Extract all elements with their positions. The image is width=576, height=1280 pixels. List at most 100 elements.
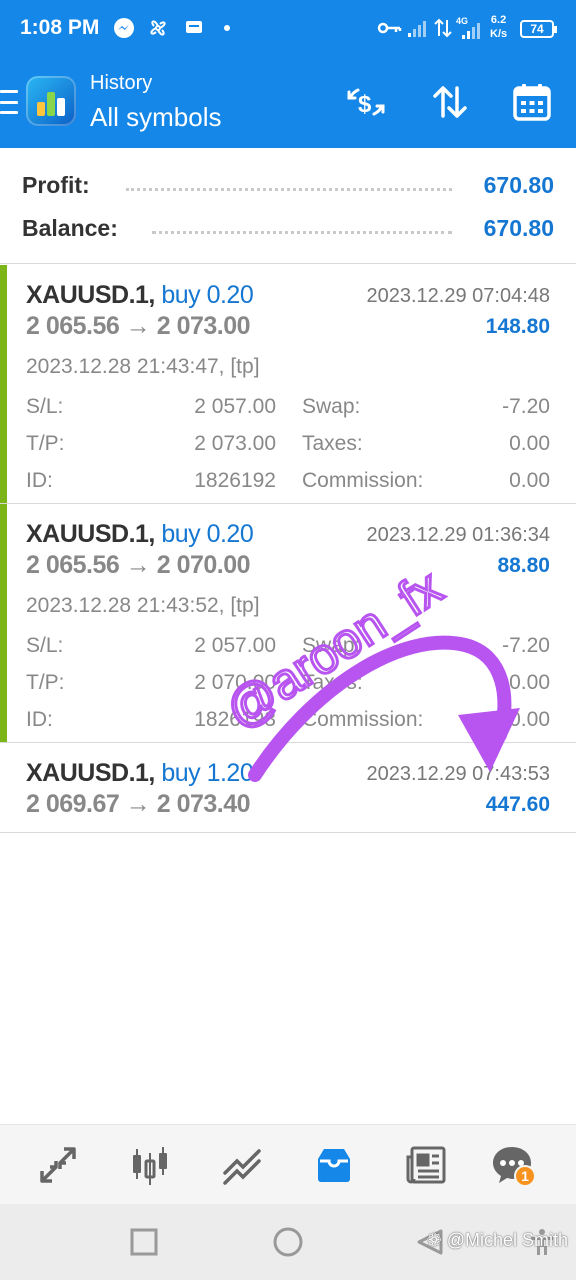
tp-value: 2 073.00 [194, 432, 276, 455]
dot-icon [222, 14, 232, 42]
deal-symbol: XAUUSD.1, buy 0.20 [26, 281, 254, 310]
price-arrow: → [125, 551, 151, 579]
deal-direction: buy 1.20 [161, 759, 254, 787]
network-speed: 6.2 K/s [490, 13, 507, 41]
price-close: 2 073.40 [156, 790, 251, 818]
toolbar: History All symbols $ [0, 62, 576, 148]
messages-icon[interactable]: 1 [488, 1141, 536, 1189]
deal-symbol: XAUUSD.1, buy 0.20 [26, 520, 254, 549]
signal-icon-1 [406, 14, 428, 42]
social-logo-icon: ❁ [426, 1230, 442, 1250]
network-type-label: 4G [456, 16, 468, 26]
tp-label: T/P: [26, 671, 65, 694]
recents-button[interactable] [124, 1222, 164, 1262]
chart-icon[interactable] [126, 1141, 174, 1189]
trade-icon[interactable] [218, 1141, 266, 1189]
commission-value: 0.00 [509, 708, 550, 731]
taxes-value: 0.00 [509, 671, 550, 694]
profit-value: 670.80 [483, 172, 554, 198]
header-subtitle: History [90, 72, 153, 94]
status-bar: 1:08 PM 4G 6.2 K/s 74 [0, 0, 576, 60]
account-summary: Profit: 670.80 Balance: 670.80 [0, 148, 576, 264]
taxes-label: Taxes: [302, 432, 363, 455]
deal-item[interactable]: XAUUSD.1, buy 1.20 2023.12.29 07:43:53 2… [0, 743, 576, 833]
deal-close-time: 2023.12.29 07:04:48 [366, 285, 550, 307]
deal-accent-bar [0, 265, 7, 503]
deal-profit: 88.80 [497, 554, 550, 577]
balance-value: 670.80 [483, 215, 554, 241]
quotes-icon[interactable] [34, 1141, 82, 1189]
deal-prices: 2 069.67 → 2 073.40 [26, 790, 251, 819]
status-time: 1:08 PM [20, 16, 100, 39]
tp-label: T/P: [26, 432, 65, 455]
price-open: 2 069.67 [26, 790, 120, 818]
calendar-icon[interactable] [510, 80, 554, 124]
deal-close-time: 2023.12.29 07:43:53 [366, 763, 550, 785]
chat-icon [184, 14, 204, 42]
symbol-name: XAUUSD.1, [26, 759, 155, 787]
commission-value: 0.00 [509, 469, 550, 492]
credit-text: @Michel Smith [446, 1230, 568, 1250]
deal-open-time: 2023.12.28 21:43:47, [tp] [26, 355, 260, 378]
vpn-key-icon [376, 14, 402, 42]
commission-label: Commission: [302, 469, 424, 492]
sl-label: S/L: [26, 395, 64, 418]
messages-badge: 1 [514, 1165, 536, 1187]
swap-label: Swap: [302, 634, 361, 657]
id-label: ID: [26, 708, 53, 731]
price-arrow: → [125, 312, 151, 340]
data-arrows-icon [434, 14, 452, 42]
sl-label: S/L: [26, 634, 64, 657]
price-open: 2 065.56 [26, 551, 120, 579]
profit-row: Profit: 670.80 [22, 168, 554, 204]
id-value: 1826193 [194, 708, 276, 731]
deposit-withdraw-icon[interactable]: $ [344, 80, 388, 124]
deal-prices: 2 065.56 → 2 073.00 [26, 312, 251, 341]
deal-item[interactable]: XAUUSD.1, buy 0.20 2023.12.29 07:04:48 2… [0, 265, 576, 504]
bottom-navigation: 1 [0, 1124, 576, 1204]
symbol-name: XAUUSD.1, [26, 281, 155, 309]
swap-label: Swap: [302, 395, 361, 418]
deal-profit: 148.80 [485, 315, 550, 338]
deal-accent-bar [0, 504, 7, 742]
balance-label: Balance: [22, 215, 118, 241]
symbol-name: XAUUSD.1, [26, 520, 155, 548]
id-label: ID: [26, 469, 53, 492]
speed-value: 6.2 [490, 14, 507, 26]
home-button[interactable] [268, 1222, 308, 1262]
battery-icon: 74 [520, 20, 557, 38]
system-navigation-bar: ❁ @Michel Smith [0, 1204, 576, 1280]
news-icon[interactable] [402, 1141, 450, 1189]
price-open: 2 065.56 [26, 312, 120, 340]
taxes-value: 0.00 [509, 432, 550, 455]
pinwheel-icon [146, 14, 170, 42]
deal-direction: buy 0.20 [161, 520, 254, 548]
sl-value: 2 057.00 [194, 395, 276, 418]
dotted-leader [126, 188, 452, 191]
price-close: 2 070.00 [156, 551, 251, 579]
app-header-area: 1:08 PM 4G 6.2 K/s 74 History All symbol… [0, 0, 576, 148]
svg-text:$: $ [358, 91, 372, 118]
price-arrow: → [125, 790, 151, 818]
taxes-label: Taxes: [302, 671, 363, 694]
deal-close-time: 2023.12.29 01:36:34 [366, 524, 550, 546]
metatrader-logo [26, 76, 76, 126]
swap-value: -7.20 [502, 395, 550, 418]
dotted-leader [152, 231, 452, 234]
deal-item[interactable]: XAUUSD.1, buy 0.20 2023.12.29 01:36:34 2… [0, 504, 576, 743]
header-title[interactable]: All symbols [90, 102, 221, 133]
menu-icon[interactable] [0, 90, 18, 114]
messenger-icon [112, 14, 136, 42]
deal-prices: 2 065.56 → 2 070.00 [26, 551, 251, 580]
price-close: 2 073.00 [156, 312, 251, 340]
balance-row: Balance: 670.80 [22, 211, 554, 247]
deal-open-time: 2023.12.28 21:43:52, [tp] [26, 594, 260, 617]
sort-icon[interactable] [428, 80, 472, 124]
id-value: 1826192 [194, 469, 276, 492]
signal-icon-2: 4G [456, 14, 488, 42]
profit-label: Profit: [22, 172, 90, 198]
speed-unit: K/s [490, 28, 508, 40]
watermark-credit: ❁ @Michel Smith [427, 1230, 568, 1251]
deal-profit: 447.60 [485, 793, 550, 816]
history-icon[interactable] [310, 1141, 358, 1189]
